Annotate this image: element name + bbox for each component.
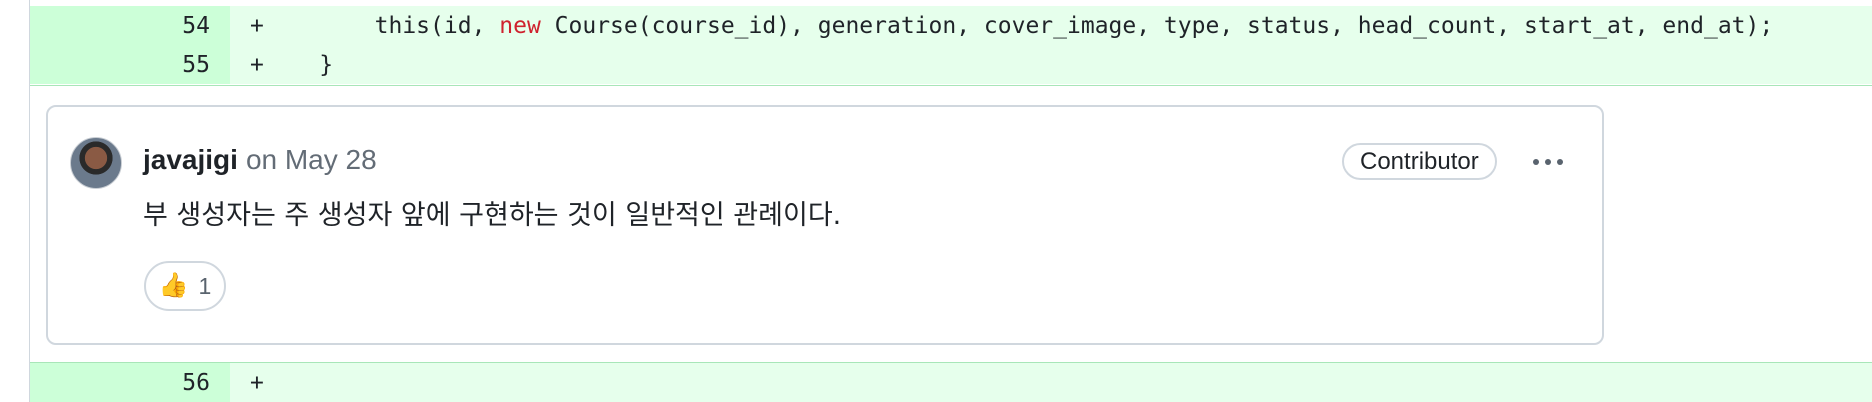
code-keyword: new	[499, 12, 541, 39]
diff-marker: +	[250, 51, 264, 78]
diff-line-added: 56 +	[30, 363, 1872, 402]
avatar[interactable]	[70, 137, 122, 189]
code-line: + this(id, new Course(course_id), genera…	[230, 13, 1773, 39]
code-text: }	[263, 51, 334, 78]
line-number[interactable]: 55	[30, 45, 230, 84]
code-text: Course(course_id), generation, cover_ima…	[540, 12, 1774, 39]
code-line: +	[230, 370, 264, 396]
dot	[1545, 159, 1551, 165]
comment-header: javajigi on May 28	[143, 141, 377, 179]
reaction-button[interactable]: 👍 1	[144, 261, 226, 311]
diff-line-added: 55 + }	[30, 45, 1872, 84]
comment-body: 부 생성자는 주 생성자 앞에 구현하는 것이 일반적인 관례이다.	[143, 200, 842, 231]
line-number[interactable]: 54	[30, 6, 230, 45]
dot	[1557, 159, 1563, 165]
comment-author[interactable]: javajigi	[143, 144, 238, 175]
kebab-horizontal-icon[interactable]	[1527, 150, 1569, 174]
thumbs-up-icon: 👍	[158, 272, 189, 299]
dot	[1533, 159, 1539, 165]
code-line: + }	[230, 52, 333, 78]
contributor-badge: Contributor	[1342, 143, 1497, 180]
diff-marker: +	[250, 369, 264, 396]
reaction-count: 1	[198, 272, 212, 299]
diff-marker: +	[250, 12, 264, 39]
diff-line-added: 54 + this(id, new Course(course_id), gen…	[30, 6, 1872, 45]
comment-date[interactable]: on May 28	[246, 144, 377, 175]
diff-separator	[30, 85, 1872, 86]
line-number[interactable]: 56	[30, 363, 230, 402]
code-text: this(id,	[263, 12, 500, 39]
